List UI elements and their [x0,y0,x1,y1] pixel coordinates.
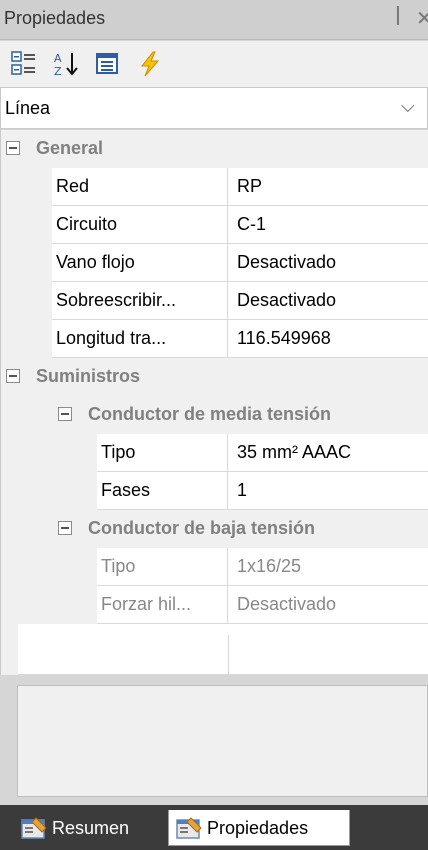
category-label: General [36,138,104,158]
object-selector-dropdown[interactable]: Línea ⌵ [0,87,428,129]
property-value[interactable]: Desactivado [228,586,428,624]
property-value[interactable]: 35 mm² AAAC [228,434,428,472]
properties-window-icon [175,816,203,840]
collapse-icon[interactable] [58,407,72,421]
property-name: Sobreescribir... [52,282,228,320]
property-toolbar: A Z [0,41,428,87]
property-pages-icon[interactable] [94,50,122,78]
panel-title: Propiedades [4,8,106,28]
property-name: Longitud tra... [52,320,228,358]
panel-titlebar: Propiedades ꟾ ✕ [0,0,428,40]
property-value[interactable]: C-1 [228,206,428,244]
category-label: Conductor de media tensión [88,404,332,424]
property-name: Vano flojo [52,244,228,282]
property-name: Fases [97,472,228,510]
tab-resumen[interactable]: Resumen [14,810,164,846]
close-icon[interactable]: ✕ [416,6,428,31]
property-row[interactable]: Red RP [1,168,428,206]
property-row[interactable]: Circuito C-1 [1,206,428,244]
property-name: Tipo [97,434,228,472]
property-row[interactable]: Vano flojo Desactivado [1,244,428,282]
property-row[interactable]: Longitud tra... 116.549968 [1,320,428,358]
property-value[interactable]: Desactivado [228,244,428,282]
category-media-tension[interactable]: Conductor de media tensión [1,396,428,434]
categorized-icon[interactable] [10,50,38,78]
collapse-icon[interactable] [6,369,20,383]
svg-text:A: A [54,52,62,65]
empty-row [18,635,428,675]
property-row[interactable]: Tipo 1x16/25 [1,548,428,586]
property-row[interactable]: Sobreescribir... Desactivado [1,282,428,320]
category-suministros[interactable]: Suministros [1,358,428,396]
property-row[interactable]: Fases 1 [1,472,428,510]
property-row[interactable]: Tipo 35 mm² AAAC [1,434,428,472]
description-pane [17,685,428,797]
properties-window-icon [20,816,48,840]
events-lightning-icon[interactable] [136,50,164,78]
tab-propiedades[interactable]: Propiedades [168,810,350,846]
sort-alphabetical-icon[interactable]: A Z [52,50,80,78]
property-value[interactable]: RP [228,168,428,206]
tab-label: Propiedades [207,818,309,838]
property-value[interactable]: 116.549968 [228,320,428,358]
category-baja-tension[interactable]: Conductor de baja tensión [1,510,428,548]
property-name: Circuito [52,206,228,244]
category-general[interactable]: General [1,130,428,168]
property-name: Red [52,168,228,206]
svg-text:Z: Z [54,65,62,78]
property-grid: General Red RP Circuito C-1 Vano flojo D… [0,130,428,675]
object-selector-value: Línea [5,98,51,118]
property-value[interactable]: Desactivado [228,282,428,320]
category-label: Suministros [36,366,141,386]
category-label: Conductor de baja tensión [88,518,316,538]
chevron-down-icon: ⌵ [401,96,415,116]
collapse-icon[interactable] [58,521,72,535]
pin-icon[interactable]: ꟾ [395,6,401,31]
bottom-tab-strip: Resumen Propiedades [0,805,428,850]
collapse-icon[interactable] [6,141,20,155]
property-name: Forzar hil... [97,586,228,624]
property-value[interactable]: 1 [228,472,428,510]
property-value[interactable]: 1x16/25 [228,548,428,586]
tab-label: Resumen [52,818,130,838]
property-name: Tipo [97,548,228,586]
property-row[interactable]: Forzar hil... Desactivado [1,586,428,624]
